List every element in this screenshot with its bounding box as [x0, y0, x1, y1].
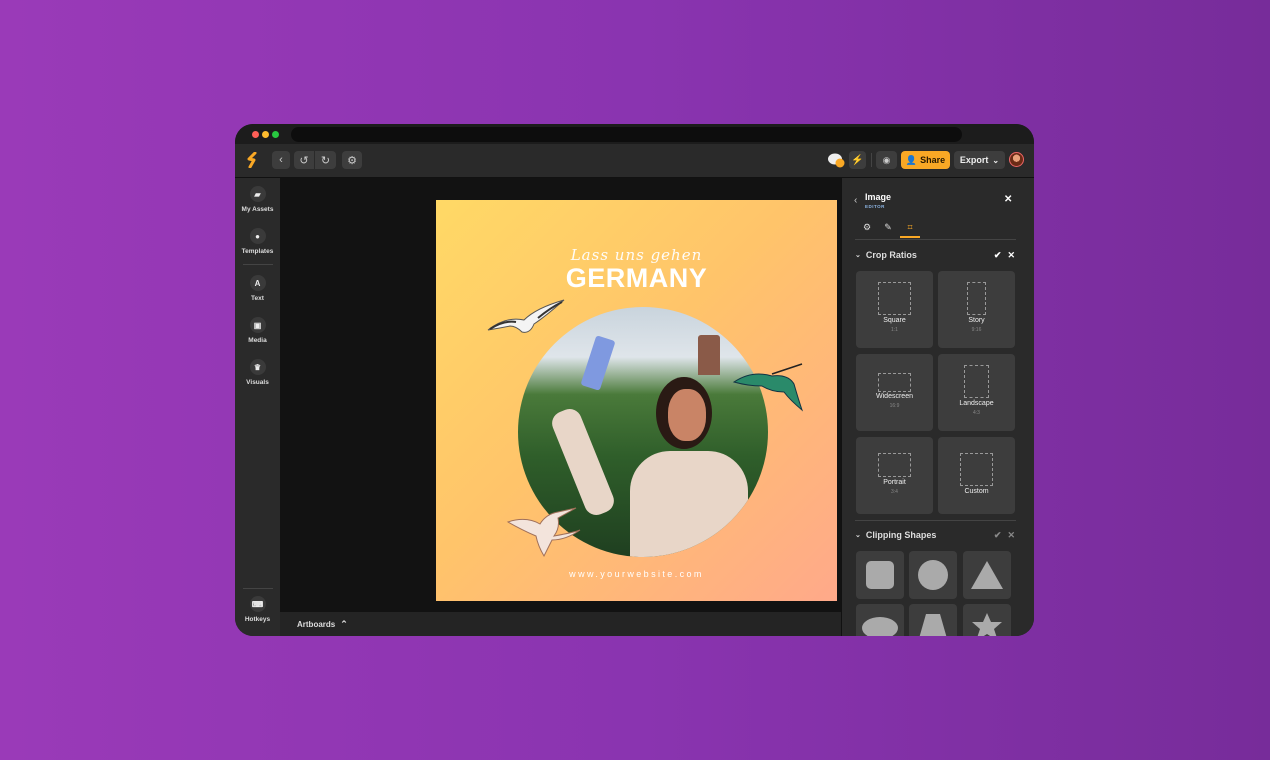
script-text[interactable]: Lass uns gehen — [436, 246, 837, 264]
shape-trapezoid[interactable] — [909, 604, 957, 636]
lightning-icon: ⚡ — [851, 154, 864, 166]
left-sidebar: ▰ My Assets ● Templates A Text ▣ Media ♛… — [235, 178, 280, 636]
ratio-portrait[interactable]: Portrait 3:4 — [856, 437, 933, 514]
templates-icon: ● — [249, 228, 266, 244]
website-text[interactable]: www.yourwebsite.com — [436, 569, 837, 579]
cancel-clip-icon[interactable]: ✕ — [1007, 530, 1015, 541]
text-icon: A — [249, 275, 266, 291]
gear-icon: ⚙ — [347, 154, 357, 167]
close-panel-icon[interactable]: ✕ — [1004, 194, 1012, 205]
panel-subtitle: EDITOR — [865, 204, 885, 209]
chevron-down-icon: ⌄ — [992, 155, 1000, 165]
quick-actions-button[interactable]: ⚡ — [849, 151, 866, 169]
keyboard-icon: ⌨ — [249, 596, 266, 612]
hummingbird-small-image[interactable] — [506, 506, 582, 558]
sidebar-item-visuals[interactable]: ♛ Visuals — [235, 359, 280, 386]
ratio-preview — [967, 282, 986, 315]
ratio-widescreen[interactable]: Widescreen 16:9 — [856, 354, 933, 431]
sidebar-divider — [243, 588, 273, 589]
eye-icon: ◉ — [882, 154, 891, 165]
toolbar-divider — [871, 153, 872, 167]
shape-rounded-square[interactable] — [856, 551, 904, 599]
cancel-crop-icon[interactable]: ✕ — [1007, 250, 1015, 261]
sidebar-item-media[interactable]: ▣ Media — [235, 317, 280, 344]
app-logo-icon[interactable] — [246, 152, 260, 168]
rounded-square-icon — [866, 561, 894, 589]
export-button[interactable]: Export ⌄ — [954, 151, 1005, 169]
hummingbird-image[interactable] — [732, 362, 804, 412]
shape-ellipse[interactable] — [856, 604, 904, 636]
add-user-icon: 👤 — [905, 154, 918, 165]
undo-icon: ↺ — [299, 154, 309, 167]
ratio-preview — [960, 453, 993, 486]
folder-icon: ▰ — [249, 186, 266, 202]
ratio-preview — [878, 282, 911, 315]
ratio-square[interactable]: Square 1:1 — [856, 271, 933, 348]
artboard[interactable]: Lass uns gehen GERMANY www.yourwebsite.c… — [436, 200, 837, 601]
user-avatar[interactable] — [1009, 152, 1024, 167]
tab-effects[interactable]: ✎ — [878, 222, 898, 238]
shape-circle[interactable] — [909, 551, 957, 599]
gear-icon: ⚙ — [862, 222, 872, 232]
ratio-story[interactable]: Story 9:16 — [938, 271, 1015, 348]
sidebar-item-my-assets[interactable]: ▰ My Assets — [235, 186, 280, 213]
title-bar — [235, 124, 1034, 144]
panel-tabs: ⚙ ✎ ⌗ — [855, 220, 1016, 240]
sidebar-item-templates[interactable]: ● Templates — [235, 228, 280, 255]
settings-button[interactable]: ⚙ — [342, 151, 362, 169]
ratio-preview — [878, 453, 911, 477]
maximize-window-button[interactable] — [272, 131, 279, 138]
media-icon: ▣ — [249, 317, 266, 333]
headline-text[interactable]: GERMANY — [436, 263, 837, 294]
redo-button[interactable]: ↻ — [315, 151, 336, 169]
comments-button[interactable] — [828, 153, 845, 168]
chevron-down-icon: ⌄ — [855, 252, 861, 259]
tab-settings[interactable]: ⚙ — [857, 222, 877, 238]
chevron-left-icon: ‹ — [279, 154, 283, 166]
tab-crop[interactable]: ⌗ — [900, 222, 920, 238]
confirm-crop-icon[interactable]: ✔ — [994, 250, 1002, 261]
share-button[interactable]: 👤 Share — [901, 151, 950, 169]
clipping-shapes-header[interactable]: ⌄ Clipping Shapes ✔ ✕ — [855, 528, 1015, 542]
back-button[interactable]: ‹ — [272, 151, 290, 169]
canvas-area[interactable]: Lass uns gehen GERMANY www.yourwebsite.c… — [280, 178, 841, 612]
crop-icon: ⌗ — [907, 222, 913, 232]
close-window-button[interactable] — [252, 131, 259, 138]
ratio-custom[interactable]: Custom — [938, 437, 1015, 514]
ratio-preview — [964, 365, 989, 398]
artboards-bar[interactable]: Artboards ⌃ — [280, 612, 841, 636]
ellipse-icon — [862, 617, 898, 636]
circle-icon — [918, 560, 948, 590]
panel-title: Image — [865, 192, 892, 202]
magic-wand-icon: ✎ — [884, 222, 892, 232]
redo-icon: ↻ — [320, 154, 331, 167]
sidebar-divider — [243, 264, 273, 265]
crown-icon: ♛ — [249, 359, 266, 375]
chevron-up-icon: ⌃ — [340, 618, 348, 629]
minimize-window-button[interactable] — [262, 131, 269, 138]
person — [548, 335, 748, 557]
undo-button[interactable]: ↺ — [294, 151, 314, 169]
address-bar[interactable] — [291, 127, 962, 142]
ratio-preview — [878, 373, 911, 392]
image-editor-panel: ‹ Image EDITOR ✕ ⚙ ✎ ⌗ ⌄ Crop Ratios ✔ ✕… — [841, 178, 1034, 636]
app-window: ‹ ↺ ↻ ⚙ ⚡ ◉ 👤 Share Export ⌄ ▰ My Assets… — [235, 124, 1034, 636]
seagull-image[interactable] — [486, 298, 568, 338]
shape-triangle[interactable] — [963, 551, 1011, 599]
sidebar-item-text[interactable]: A Text — [235, 275, 280, 302]
chat-icon — [828, 153, 845, 168]
panel-divider — [855, 520, 1016, 521]
confirm-clip-icon[interactable]: ✔ — [994, 530, 1002, 541]
triangle-icon — [971, 561, 1003, 589]
back-chevron-icon[interactable]: ‹ — [854, 195, 857, 206]
top-toolbar: ‹ ↺ ↻ ⚙ ⚡ ◉ 👤 Share Export ⌄ — [235, 144, 1034, 178]
preview-button[interactable]: ◉ — [876, 151, 897, 169]
trapezoid-icon — [919, 614, 947, 636]
chevron-down-icon: ⌄ — [855, 532, 861, 539]
crop-ratios-header[interactable]: ⌄ Crop Ratios ✔ ✕ — [855, 248, 1015, 262]
shape-star[interactable] — [963, 604, 1011, 636]
star-icon — [972, 613, 1002, 636]
sidebar-item-hotkeys[interactable]: ⌨ Hotkeys — [235, 596, 280, 623]
ratio-landscape[interactable]: Landscape 4:3 — [938, 354, 1015, 431]
